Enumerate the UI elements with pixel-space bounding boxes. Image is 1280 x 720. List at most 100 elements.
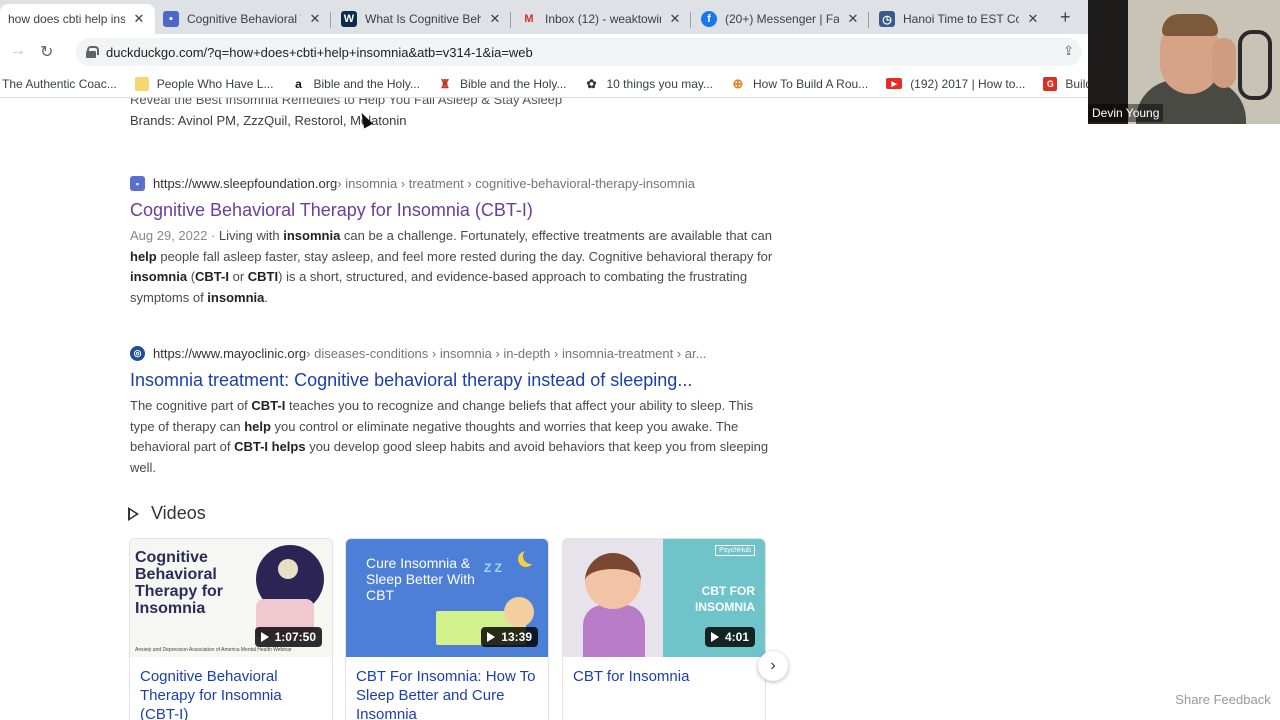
gmail-icon: M	[524, 13, 534, 25]
tab-strip: how does cbti help insomnia ✕ ▪ Cognitiv…	[0, 0, 1088, 34]
video-duration: 1:07:50	[254, 627, 322, 647]
video-title[interactable]: Cognitive Behavioral Therapy for Insomni…	[130, 657, 332, 720]
new-tab-plus-icon[interactable]: +	[1060, 7, 1071, 28]
share-icon[interactable]: ⇪	[1063, 43, 1074, 59]
result-snippet: The cognitive part of CBT-I teaches you …	[130, 396, 775, 478]
timezone-icon: ◷	[879, 11, 895, 27]
play-icon	[710, 632, 719, 642]
close-icon[interactable]: ✕	[131, 11, 147, 27]
result-date: Aug 29, 2022	[130, 228, 208, 243]
previous-result-snippet: Reveal the Best Insomnia Remedies to Hel…	[130, 98, 563, 107]
bookmark-label: Building	[1065, 76, 1088, 91]
close-icon[interactable]: ✕	[307, 11, 323, 27]
video-title[interactable]: CBT For Insomnia: How To Sleep Better an…	[346, 657, 548, 720]
tab-label: Cognitive Behavioral Therapy for Insomni…	[187, 12, 301, 26]
close-icon[interactable]: ✕	[667, 11, 683, 27]
video-title[interactable]: CBT for Insomnia	[563, 657, 765, 686]
reload-icon[interactable]: ↻	[40, 42, 53, 62]
close-icon[interactable]: ✕	[845, 11, 861, 27]
videos-heading[interactable]: Videos	[128, 503, 206, 524]
webcam-person-hand	[1212, 38, 1236, 88]
amazon-icon: a	[291, 76, 306, 91]
mayoclinic-icon: ◎	[130, 346, 145, 361]
child-illustration	[504, 597, 534, 627]
video-card[interactable]: Z Z Cure Insomnia & Sleep Better With CB…	[345, 538, 549, 720]
result-snippet-text: The cognitive part of CBT-I teaches you …	[130, 398, 769, 475]
address-bar[interactable]: duckduckgo.com/?q=how+does+cbti+help+ins…	[76, 38, 1082, 66]
result-title-link[interactable]: Insomnia treatment: Cognitive behavioral…	[130, 368, 775, 392]
result-path: › insomnia › treatment › cognitive-behav…	[337, 176, 695, 191]
tab-sleepfoundation[interactable]: ▪ Cognitive Behavioral Therapy for Insom…	[155, 4, 331, 34]
video-card[interactable]: PsychHub CBT FOR INSOMNIA 4:01 CBT for I…	[562, 538, 766, 720]
tab-messenger[interactable]: f (20+) Messenger | Facebook ✕	[693, 4, 869, 34]
video-thumbnail[interactable]: PsychHub CBT FOR INSOMNIA 4:01	[563, 539, 765, 657]
bookmark-label: How To Build A Rou...	[753, 76, 869, 91]
browser-toolbar: → ↻ duckduckgo.com/?q=how+does+cbti+help…	[0, 34, 1088, 70]
duration-text: 13:39	[501, 630, 532, 644]
tab-hanoi-time[interactable]: ◷ Hanoi Time to EST Converter ✕	[871, 4, 1049, 34]
result-snippet-text: Living with insomnia can be a challenge.…	[130, 228, 773, 305]
share-feedback-button[interactable]: Share Feedback	[1166, 686, 1280, 712]
bookmark-item[interactable]: a Bible and the Holy...	[291, 76, 420, 91]
bookmark-item[interactable]: ✿ 10 things you may...	[584, 76, 714, 91]
thumbnail-text: CBT FOR INSOMNIA	[695, 584, 755, 614]
duration-text: 4:01	[724, 630, 749, 644]
sleepfoundation-icon: ▪	[163, 11, 179, 27]
folder-icon	[134, 76, 149, 91]
close-icon[interactable]: ✕	[487, 11, 503, 27]
play-outline-icon	[128, 506, 139, 521]
bookmark-item[interactable]: G Building	[1043, 76, 1088, 91]
thumbnail-subtext: PsychHub	[715, 545, 755, 556]
bookmark-item[interactable]: ⊕ How To Build A Rou...	[731, 76, 869, 91]
result-domain: https://www.sleepfoundation.org	[153, 176, 338, 191]
chevron-right-icon[interactable]: ›	[758, 651, 788, 681]
tab-label: Inbox (12) - weaktowinning@gmail.com	[545, 12, 661, 26]
tab-gmail-inbox[interactable]: M Inbox (12) - weaktowinning@gmail.com ✕	[513, 4, 691, 34]
g-icon: G	[1043, 76, 1058, 91]
bible-icon: ♜	[437, 76, 452, 91]
bookmark-item[interactable]: ♜ Bible and the Holy...	[437, 76, 567, 91]
person-body-illustration	[583, 605, 645, 657]
bookmark-label: (192) 2017 | How to...	[910, 76, 1026, 91]
forward-arrow-icon[interactable]: →	[10, 42, 26, 60]
brands-label: Brands	[130, 113, 172, 128]
thumbnail-subtext: Anxiety and Depression Association of Am…	[135, 647, 292, 653]
facebook-icon: f	[701, 11, 717, 27]
bookmark-item[interactable]: The Authentic Coac...	[2, 77, 117, 91]
result-source[interactable]: ▪ https://www.sleepfoundation.org › inso…	[130, 176, 775, 191]
bookmark-label: Bible and the Holy...	[459, 76, 567, 91]
video-card[interactable]: Cognitive Behavioral Therapy for Insomni…	[129, 538, 333, 720]
url-text[interactable]: duckduckgo.com/?q=how+does+cbti+help+ins…	[106, 45, 533, 60]
youtube-icon: ▶	[886, 78, 903, 89]
bookmark-item[interactable]: ▶ (192) 2017 | How to...	[886, 77, 1025, 91]
tab-divider	[510, 12, 511, 28]
tab-what-is-cbt[interactable]: W What Is Cognitive Behavioral Therapy ✕	[333, 4, 511, 34]
thumbnail-subtext: Z Z	[484, 561, 502, 575]
tab-label: how does cbti help insomnia	[8, 12, 125, 26]
date-separator: ·	[207, 228, 219, 243]
bookmark-label: People Who Have L...	[156, 76, 274, 91]
tab-divider	[690, 12, 691, 28]
tab-duckduckgo-search[interactable]: how does cbti help insomnia ✕	[0, 4, 155, 34]
bookmark-item[interactable]: People Who Have L...	[134, 76, 274, 91]
result-snippet: Aug 29, 2022 · Living with insomnia can …	[130, 226, 775, 308]
bookmark-label: 10 things you may...	[606, 76, 714, 91]
video-thumbnail[interactable]: Cognitive Behavioral Therapy for Insomni…	[130, 539, 332, 657]
thumbnail-text: Cure Insomnia & Sleep Better With CBT	[366, 555, 475, 603]
sleepfoundation-icon: ▪	[130, 176, 145, 191]
result-title-link[interactable]: Cognitive Behavioral Therapy for Insomni…	[130, 198, 775, 222]
play-icon	[487, 632, 496, 642]
video-thumbnail[interactable]: Z Z Cure Insomnia & Sleep Better With CB…	[346, 539, 548, 657]
search-result: ▪ https://www.sleepfoundation.org › inso…	[130, 176, 775, 308]
bookmark-label: The Authentic Coac...	[2, 76, 117, 91]
result-source[interactable]: ◎ https://www.mayoclinic.org › diseases-…	[130, 346, 775, 361]
tab-label: (20+) Messenger | Facebook	[725, 12, 839, 26]
bookmark-label: Bible and the Holy...	[313, 76, 420, 91]
close-icon[interactable]: ✕	[1025, 11, 1041, 27]
tab-divider	[868, 12, 869, 28]
play-icon	[260, 632, 269, 642]
videos-heading-label: Videos	[151, 503, 206, 523]
moon-illustration	[518, 548, 539, 567]
result-path: › diseases-conditions › insomnia › in-de…	[306, 346, 707, 361]
tab-label: Hanoi Time to EST Converter	[903, 12, 1019, 26]
